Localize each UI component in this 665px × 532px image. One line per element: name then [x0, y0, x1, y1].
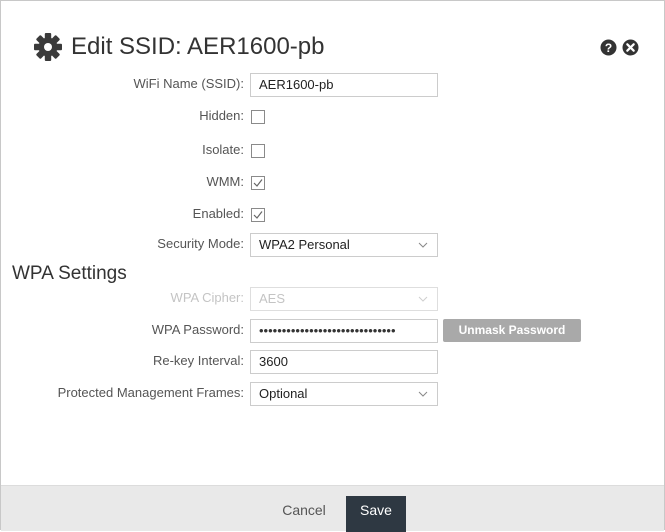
wpa-cipher-select: AES [250, 287, 438, 311]
isolate-checkbox[interactable] [251, 144, 265, 158]
pmf-select[interactable]: Optional [250, 382, 438, 406]
unmask-password-button[interactable]: Unmask Password [443, 319, 581, 342]
wpa-password-input[interactable]: •••••••••••••••••••••••••••••• [250, 319, 438, 343]
save-button[interactable]: Save [346, 496, 406, 532]
gear-icon [33, 32, 63, 62]
wifi-name-label: WiFi Name (SSID): [133, 76, 245, 91]
isolate-label: Isolate: [202, 142, 244, 157]
wpa-password-label: WPA Password: [151, 322, 244, 337]
wmm-label: WMM: [206, 174, 244, 189]
hidden-checkbox[interactable] [251, 110, 265, 124]
close-circle-icon[interactable] [622, 39, 639, 56]
pmf-value: Optional [259, 386, 308, 401]
edit-ssid-dialog: Edit SSID: AER1600-pb ? WiFi Name (SSID)… [0, 0, 665, 532]
rekey-interval-input[interactable]: 3600 [250, 350, 438, 374]
dialog-header: Edit SSID: AER1600-pb [33, 29, 324, 65]
checkmark-icon [253, 211, 263, 219]
password-mask: •••••••••••••••••••••••••••••• [259, 323, 396, 338]
wpa-cipher-value: AES [259, 291, 286, 306]
security-mode-value: WPA2 Personal [259, 237, 350, 252]
security-mode-select[interactable]: WPA2 Personal [250, 233, 438, 257]
question-circle-icon[interactable]: ? [600, 39, 617, 56]
checkmark-icon [253, 179, 263, 187]
pmf-label: Protected Management Frames: [57, 385, 244, 400]
enabled-label: Enabled: [192, 206, 244, 221]
security-mode-label: Security Mode: [157, 236, 244, 251]
cancel-button[interactable]: Cancel [268, 499, 340, 521]
chevron-down-icon [418, 391, 428, 397]
wpa-cipher-label: WPA Cipher: [170, 290, 244, 305]
hidden-label: Hidden: [199, 108, 244, 123]
wpa-settings-heading: WPA Settings [12, 263, 127, 284]
chevron-down-icon [418, 242, 428, 248]
wifi-name-input[interactable]: AER1600-pb [250, 73, 438, 97]
dialog-title: Edit SSID: AER1600-pb [71, 33, 325, 60]
rekey-interval-label: Re-key Interval: [152, 353, 244, 368]
svg-text:?: ? [605, 41, 612, 55]
enabled-checkbox[interactable] [251, 208, 265, 222]
dialog-footer: Cancel Save [1, 485, 664, 532]
chevron-down-icon [418, 296, 428, 302]
wmm-checkbox[interactable] [251, 176, 265, 190]
